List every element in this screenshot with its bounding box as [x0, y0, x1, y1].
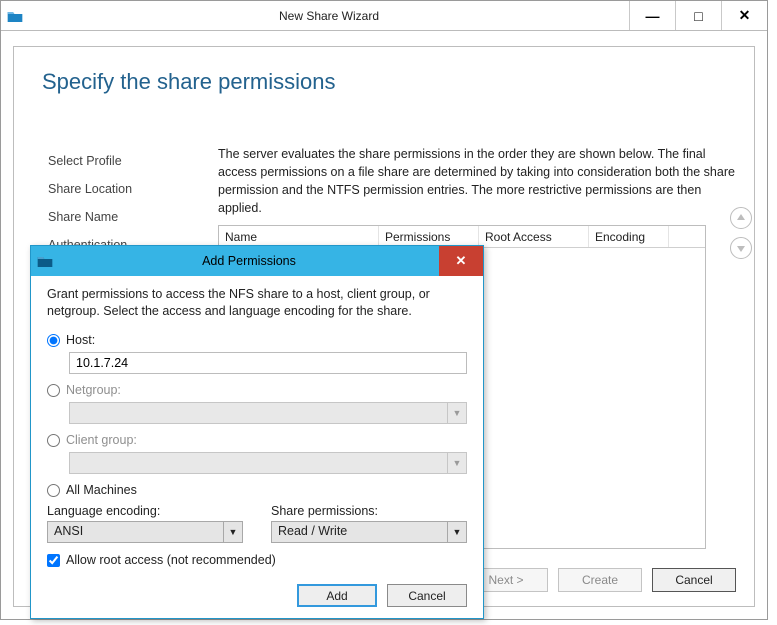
allmachines-label: All Machines	[66, 483, 137, 497]
add-button[interactable]: Add	[297, 584, 377, 607]
dialog-description: Grant permissions to access the NFS shar…	[47, 286, 467, 320]
cancel-button[interactable]: Cancel	[652, 568, 736, 592]
host-radio[interactable]	[47, 334, 60, 347]
nav-share-name[interactable]: Share Name	[32, 203, 204, 231]
host-input[interactable]	[69, 352, 467, 374]
add-permissions-dialog: Add Permissions ✕ Grant permissions to a…	[30, 245, 484, 619]
allmachines-option-row: All Machines	[47, 480, 467, 500]
share-permissions-value: Read / Write	[271, 521, 447, 543]
dialog-body: Grant permissions to access the NFS shar…	[31, 276, 483, 619]
window-controls: — □ ✕	[629, 1, 767, 30]
encoding-permissions-row: Language encoding: ANSI ▼ Share permissi…	[47, 504, 467, 543]
dialog-titlebar: Add Permissions ✕	[31, 246, 483, 276]
move-up-button[interactable]	[730, 207, 752, 229]
col-root-access[interactable]: Root Access	[479, 226, 589, 247]
clientgroup-combo-value	[69, 452, 447, 474]
col-spacer	[669, 226, 705, 247]
netgroup-combo-value	[69, 402, 447, 424]
permissions-description: The server evaluates the share permissio…	[218, 145, 736, 217]
allmachines-radio[interactable]	[47, 484, 60, 497]
col-name[interactable]: Name	[219, 226, 379, 247]
chevron-down-icon: ▼	[447, 452, 467, 474]
dialog-title: Add Permissions	[59, 246, 439, 276]
minimize-button[interactable]: —	[629, 1, 675, 30]
chevron-down-icon: ▼	[447, 402, 467, 424]
dialog-close-button[interactable]: ✕	[439, 246, 483, 276]
col-encoding[interactable]: Encoding	[589, 226, 669, 247]
reorder-controls	[730, 207, 752, 259]
page-title: Specify the share permissions	[14, 47, 754, 95]
clientgroup-radio[interactable]	[47, 434, 60, 447]
create-button[interactable]: Create	[558, 568, 642, 592]
share-permissions-label: Share permissions:	[271, 504, 467, 518]
wizard-button-row: Next > Create Cancel	[464, 568, 736, 592]
dialog-cancel-button[interactable]: Cancel	[387, 584, 467, 607]
language-encoding-label: Language encoding:	[47, 504, 243, 518]
nav-select-profile[interactable]: Select Profile	[32, 147, 204, 175]
chevron-down-icon: ▼	[223, 521, 243, 543]
share-permissions-combo[interactable]: Read / Write ▼	[271, 521, 467, 543]
netgroup-radio[interactable]	[47, 384, 60, 397]
title-bar: New Share Wizard — □ ✕	[1, 1, 767, 31]
dialog-icon	[31, 246, 59, 276]
clientgroup-label: Client group:	[66, 433, 137, 447]
language-encoding-combo[interactable]: ANSI ▼	[47, 521, 243, 543]
chevron-down-icon: ▼	[447, 521, 467, 543]
col-permissions[interactable]: Permissions	[379, 226, 479, 247]
clientgroup-option-row: Client group:	[47, 430, 467, 450]
allow-root-checkbox[interactable]	[47, 554, 60, 567]
share-permissions-col: Share permissions: Read / Write ▼	[271, 504, 467, 543]
move-down-button[interactable]	[730, 237, 752, 259]
netgroup-option-row: Netgroup:	[47, 380, 467, 400]
language-encoding-col: Language encoding: ANSI ▼	[47, 504, 243, 543]
clientgroup-combo[interactable]: ▼	[69, 452, 467, 474]
maximize-button[interactable]: □	[675, 1, 721, 30]
app-icon	[1, 1, 29, 30]
allow-root-label: Allow root access (not recommended)	[66, 553, 276, 567]
nav-share-location[interactable]: Share Location	[32, 175, 204, 203]
host-label: Host:	[66, 333, 95, 347]
close-button[interactable]: ✕	[721, 1, 767, 30]
netgroup-combo[interactable]: ▼	[69, 402, 467, 424]
language-encoding-value: ANSI	[47, 521, 223, 543]
netgroup-label: Netgroup:	[66, 383, 121, 397]
allow-root-row: Allow root access (not recommended)	[47, 550, 467, 570]
window-title: New Share Wizard	[29, 1, 629, 30]
dialog-button-row: Add Cancel	[47, 584, 467, 607]
host-option-row: Host:	[47, 330, 467, 350]
